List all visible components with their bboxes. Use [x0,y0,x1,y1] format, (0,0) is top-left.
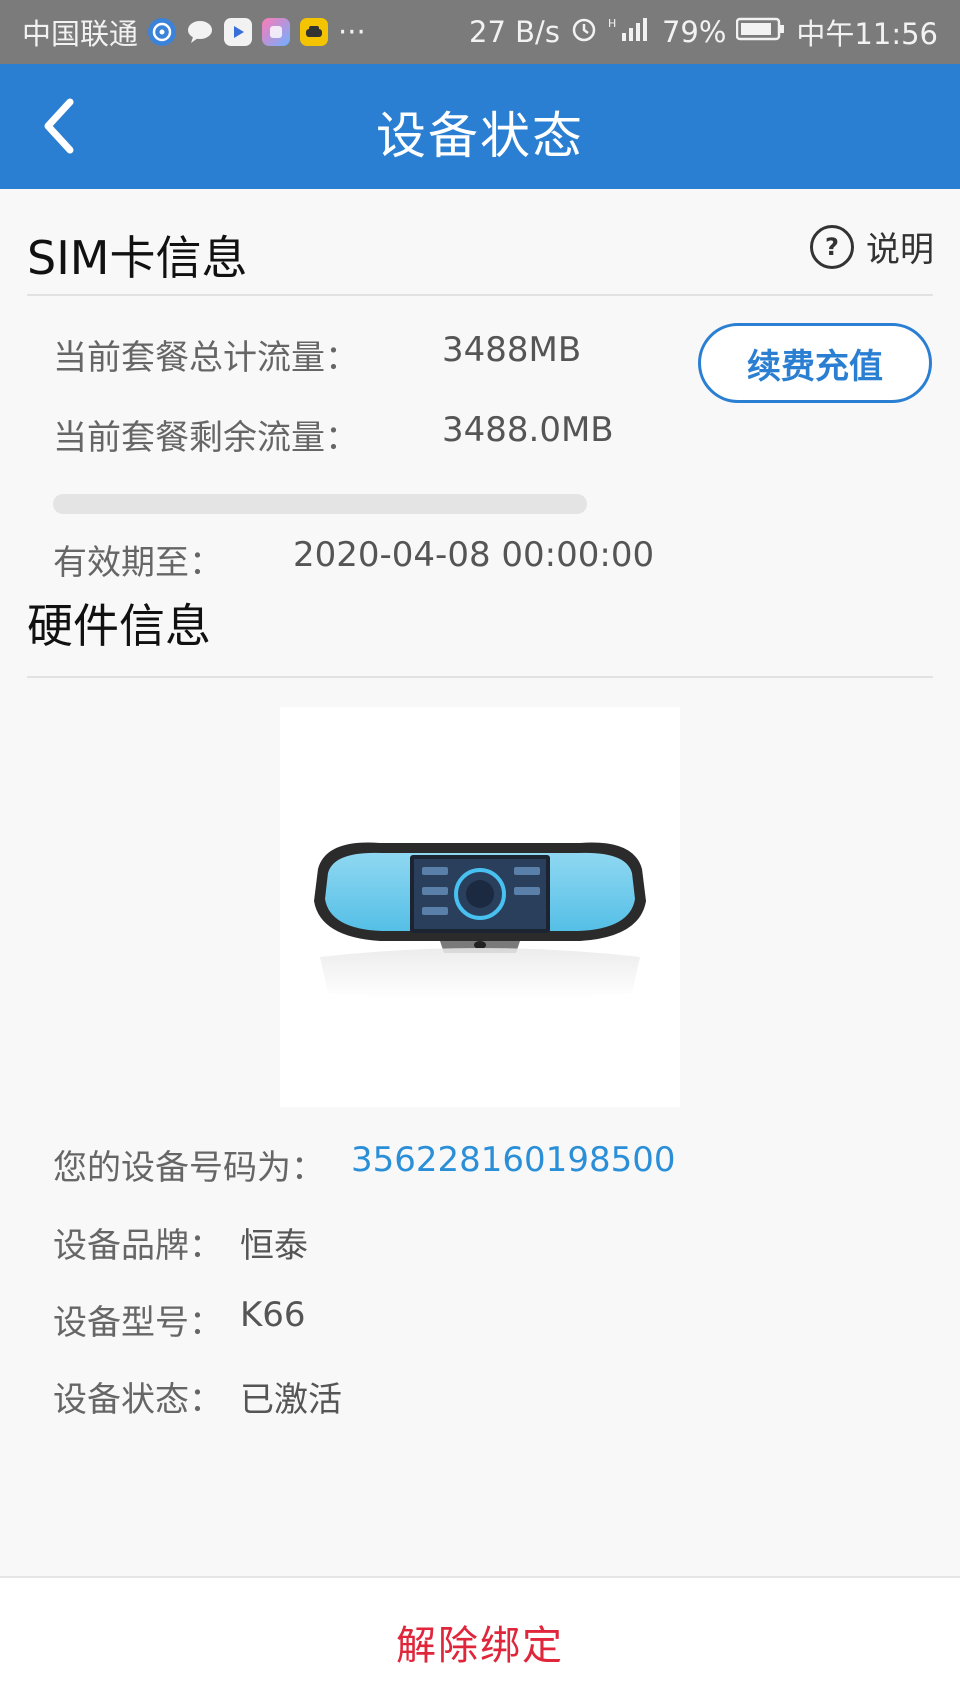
clock: 中午11:56 [796,17,938,51]
device-state-value: 已激活 [240,1380,342,1420]
hardware-divider [27,676,933,678]
device-image [280,707,680,1107]
net-speed: 27 B/s [469,15,560,49]
device-model-value: K66 [240,1295,306,1335]
question-icon: ? [810,224,854,269]
rearview-mirror-icon [314,842,646,1000]
device-number-value[interactable]: 356228160198500 [351,1140,675,1180]
status-bar: 中国联通 ··· 27 B/s H 79% 中午11:56 [0,0,960,64]
expiry-label: 有效期至： [53,543,223,583]
more-notifications: ··· [338,15,366,49]
remaining-traffic-label: 当前套餐剩余流量： [53,418,359,458]
chat-bubble-icon [186,18,214,46]
signal-icon: H [608,15,652,50]
status-bar-right: 27 B/s H 79% 中午11:56 [469,11,938,53]
sim-section-title: SIM卡信息 [27,231,248,285]
device-model-label: 设备型号： [53,1303,223,1343]
traffic-usage-bar [53,494,587,514]
alarm-icon [570,15,598,50]
remaining-traffic-value: 3488.0MB [442,410,614,450]
carrier-name: 中国联通 [22,17,139,51]
help-label: 说明 [866,230,934,270]
help-button[interactable]: ? 说明 [810,222,934,271]
total-traffic-value: 3488MB [442,330,582,370]
hardware-section-title: 硬件信息 [27,599,211,653]
nav-bar: 设备状态 [0,64,960,189]
store-app-icon [262,18,291,46]
unbind-button[interactable]: 解除绑定 [396,1613,564,1671]
device-brand-label: 设备品牌： [53,1226,223,1266]
battery-icon [736,15,786,49]
unbind-bar: 解除绑定 [0,1576,960,1706]
device-brand-value: 恒泰 [240,1226,308,1266]
sim-divider [27,294,933,296]
steering-app-icon [148,18,177,46]
battery-percent: 79% [661,15,727,49]
total-traffic-label: 当前套餐总计流量： [53,338,359,378]
page-title: 设备状态 [376,107,584,165]
car-app-icon [300,18,329,46]
device-number-label: 您的设备号码为： [53,1148,325,1188]
recharge-button[interactable]: 续费充值 [698,323,932,403]
device-state-label: 设备状态： [53,1380,223,1420]
status-bar-left: 中国联通 ··· [22,11,366,53]
expiry-value: 2020-04-08 00:00:00 [293,535,655,575]
video-app-icon [224,18,253,46]
svg-text:H: H [608,17,616,30]
